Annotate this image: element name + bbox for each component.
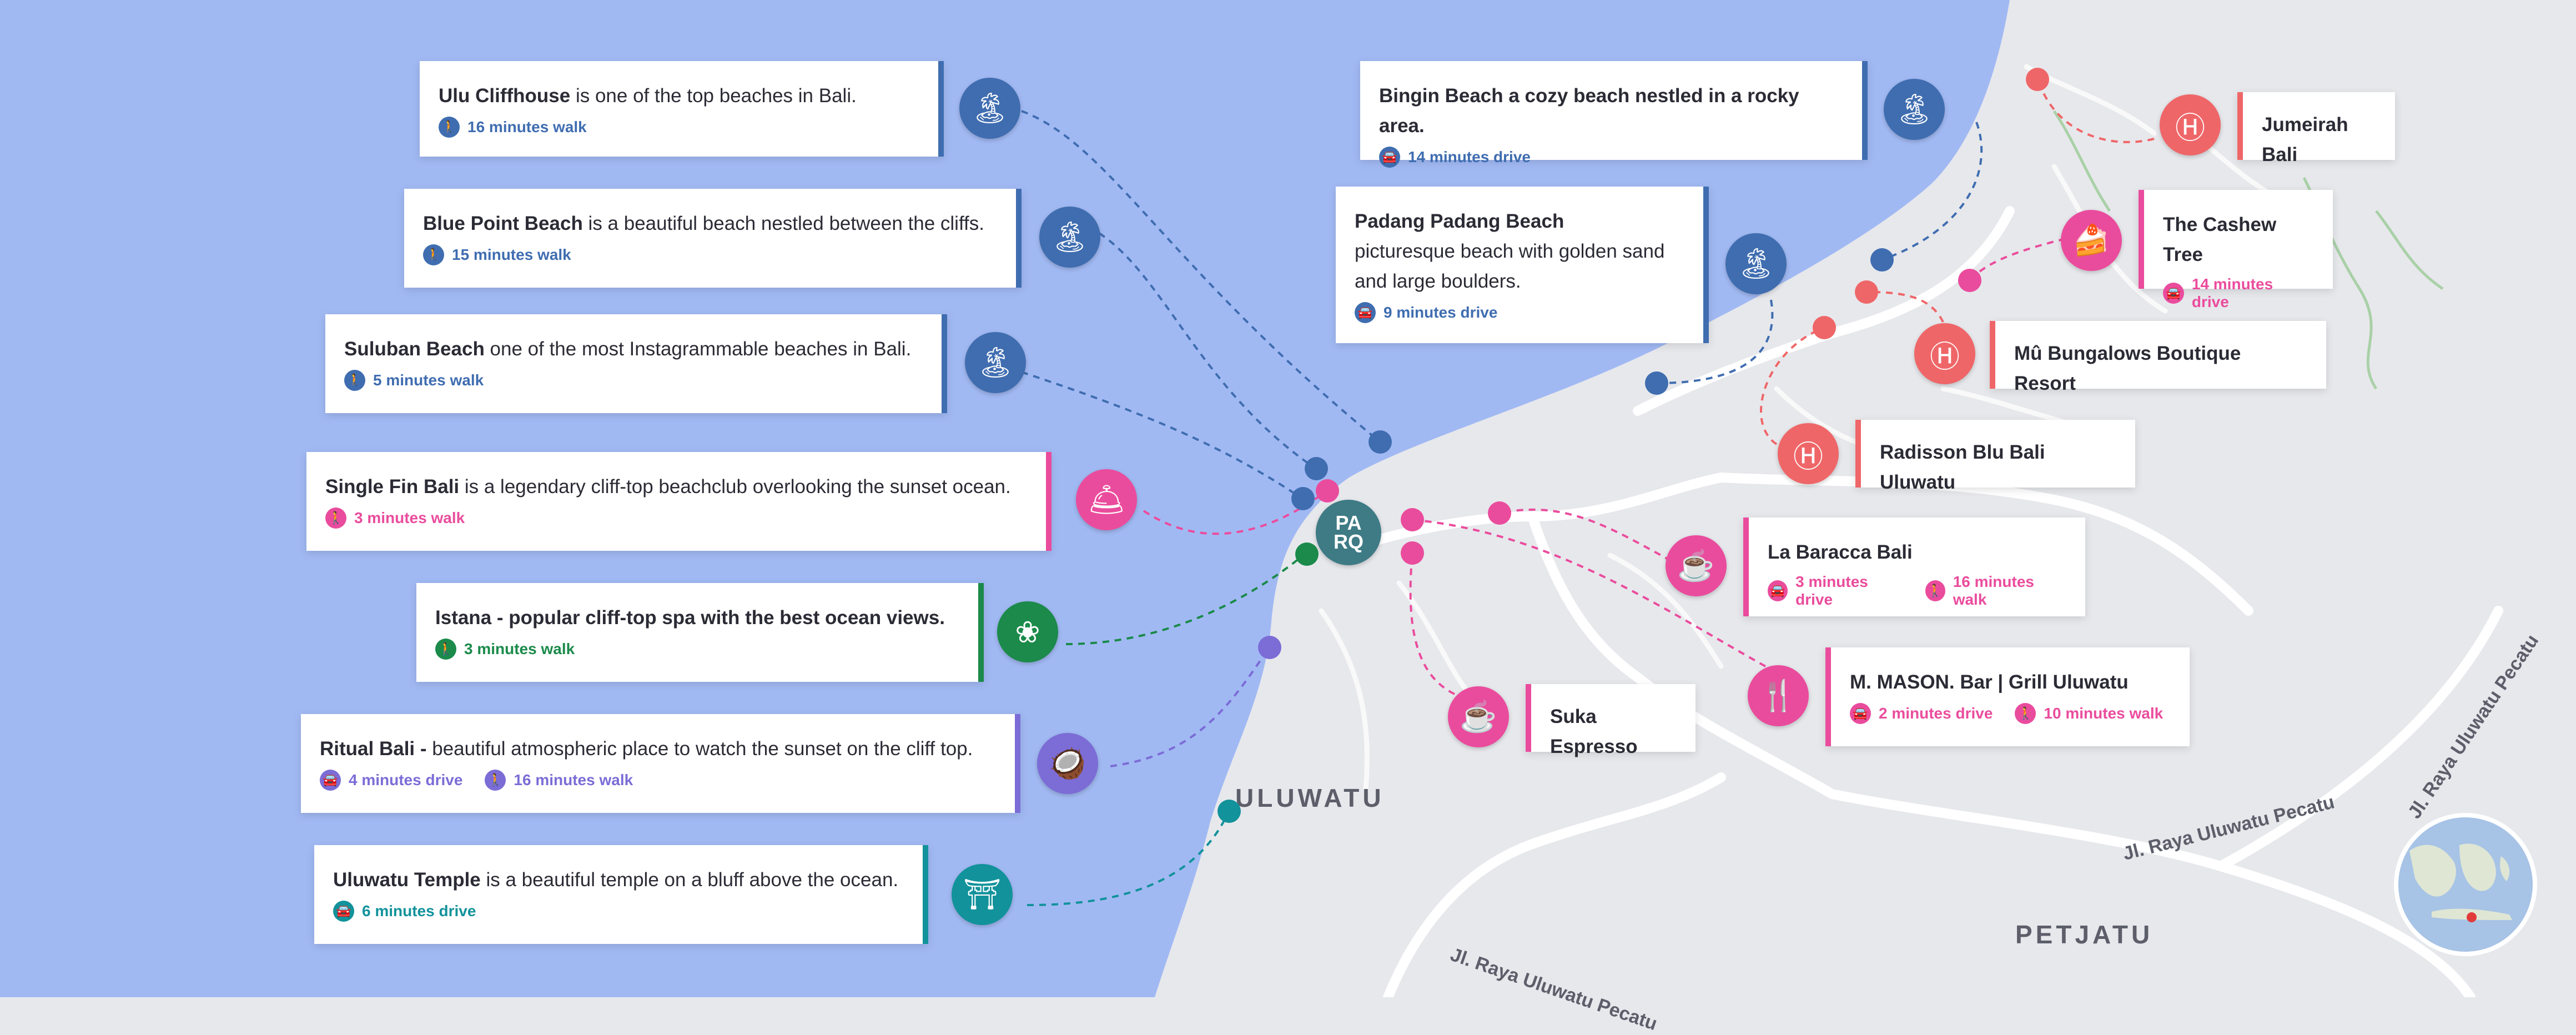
poi-card-uluwatu-temple[interactable]: Uluwatu Temple is a beautiful temple on … — [314, 845, 928, 944]
indonesia-outline — [2409, 843, 2512, 922]
location-dot[interactable] — [1813, 316, 1836, 339]
poi-card-mu-bungalows[interactable]: Mû Bungalows Boutique Resort — [1990, 321, 2326, 394]
location-dot[interactable] — [1958, 269, 1981, 292]
car-icon: 🚘 — [320, 770, 341, 791]
poi-card-blue-point-beach[interactable]: Blue Point Beach is a beautiful beach ne… — [404, 189, 1022, 288]
poi-card-ulu-cliffhouse[interactable]: Ulu Cliffhouse is one of the top beaches… — [420, 61, 944, 157]
walk-icon: 🚶 — [439, 117, 460, 138]
cloche-icon[interactable]: 🛎 — [1076, 469, 1137, 530]
hotel-icon[interactable]: Ⓗ — [1778, 423, 1839, 484]
car-icon: 🚘 — [2163, 283, 2184, 304]
location-dot[interactable] — [1258, 636, 1281, 659]
car-icon: 🚘 — [1355, 302, 1376, 323]
location-dot[interactable] — [1645, 371, 1668, 395]
poi-card-istana[interactable]: Istana - popular cliff-top spa with the … — [416, 583, 984, 682]
poi-card-bingin-beach[interactable]: Bingin Beach a cozy beach nestled in a r… — [1360, 61, 1868, 168]
cutlery-icon[interactable]: 🍴 — [1748, 665, 1809, 726]
town-label-petjatu: PETJATU — [2015, 920, 2154, 949]
hotel-icon[interactable]: Ⓗ — [1914, 323, 1975, 384]
location-dot[interactable] — [1295, 542, 1319, 566]
poi-card-ritual-bali[interactable]: Ritual Bali - beautiful atmospheric plac… — [301, 714, 1020, 813]
walk-icon: 🚶 — [423, 244, 444, 265]
walk-icon: 🚶 — [2015, 703, 2036, 724]
location-dot[interactable] — [1488, 501, 1511, 525]
location-dot[interactable] — [1316, 479, 1339, 503]
cake-icon[interactable]: 🍰 — [2061, 210, 2122, 271]
location-dot[interactable] — [1401, 541, 1424, 565]
beach-icon[interactable]: 🏝 — [1039, 207, 1100, 268]
walk-icon: 🚶 — [435, 639, 456, 660]
beach-icon[interactable]: 🏝 — [1725, 233, 1787, 294]
poi-card-padang-padang[interactable]: Padang Padang Beach picturesque beach wi… — [1336, 187, 1709, 343]
beach-icon[interactable]: 🏝 — [959, 78, 1020, 139]
parq-logo[interactable]: PA RQ — [1316, 500, 1381, 565]
beach-icon[interactable]: 🏝 — [1884, 79, 1945, 140]
poi-card-cashew-tree[interactable]: The Cashew Tree 🚘 14 minutes drive — [2139, 190, 2333, 310]
car-icon: 🚘 — [1768, 580, 1788, 601]
poi-card-suka-espresso[interactable]: Suka Espresso — [1526, 684, 1695, 757]
poi-card-single-fin[interactable]: Single Fin Bali is a legendary cliff-top… — [306, 452, 1051, 551]
location-dot[interactable] — [1401, 508, 1424, 531]
location-dot[interactable] — [2026, 68, 2049, 91]
locator-inset-map[interactable] — [2394, 813, 2537, 956]
walk-icon: 🚶 — [485, 770, 506, 791]
location-dot[interactable] — [1870, 248, 1894, 272]
car-icon: 🚘 — [1379, 147, 1400, 168]
lotus-icon[interactable]: ❀ — [997, 601, 1058, 662]
location-dot[interactable] — [1291, 487, 1315, 510]
beach-icon[interactable]: 🏝 — [965, 332, 1026, 393]
poi-card-radisson-blu[interactable]: Radisson Blu Bali Uluwatu — [1855, 420, 2135, 493]
car-icon: 🚘 — [333, 901, 354, 922]
walk-icon: 🚶 — [1925, 580, 1945, 601]
poi-card-m-mason[interactable]: M. MASON. Bar | Grill Uluwatu 🚘 2 minutes… — [1825, 647, 2190, 746]
coconut-drink-icon[interactable]: 🥥 — [1037, 733, 1098, 794]
location-dot[interactable] — [1217, 800, 1241, 823]
town-label-uluwatu: ULUWATU — [1235, 783, 1385, 812]
coffee-cup-icon[interactable]: ☕ — [1448, 686, 1509, 747]
walk-icon: 🚶 — [344, 370, 365, 391]
walk-icon: 🚶 — [325, 508, 346, 529]
location-dot[interactable] — [1855, 280, 1878, 304]
poi-card-la-baracca[interactable]: La Baracca Bali 🚘 3 minutes drive 🚶 16 minu… — [1743, 518, 2085, 616]
poi-card-jumeirah-bali[interactable]: Jumeirah Bali — [2237, 92, 2395, 165]
coffee-cup-icon[interactable]: ☕ — [1666, 535, 1727, 596]
temple-icon[interactable]: ⛩ — [952, 864, 1013, 925]
hotel-icon[interactable]: Ⓗ — [2160, 94, 2221, 155]
poi-card-suluban-beach[interactable]: Suluban Beach one of the most Instagramm… — [325, 314, 947, 413]
location-dot[interactable] — [1305, 457, 1328, 480]
location-dot[interactable] — [1368, 430, 1392, 454]
car-icon: 🚘 — [1850, 703, 1871, 724]
